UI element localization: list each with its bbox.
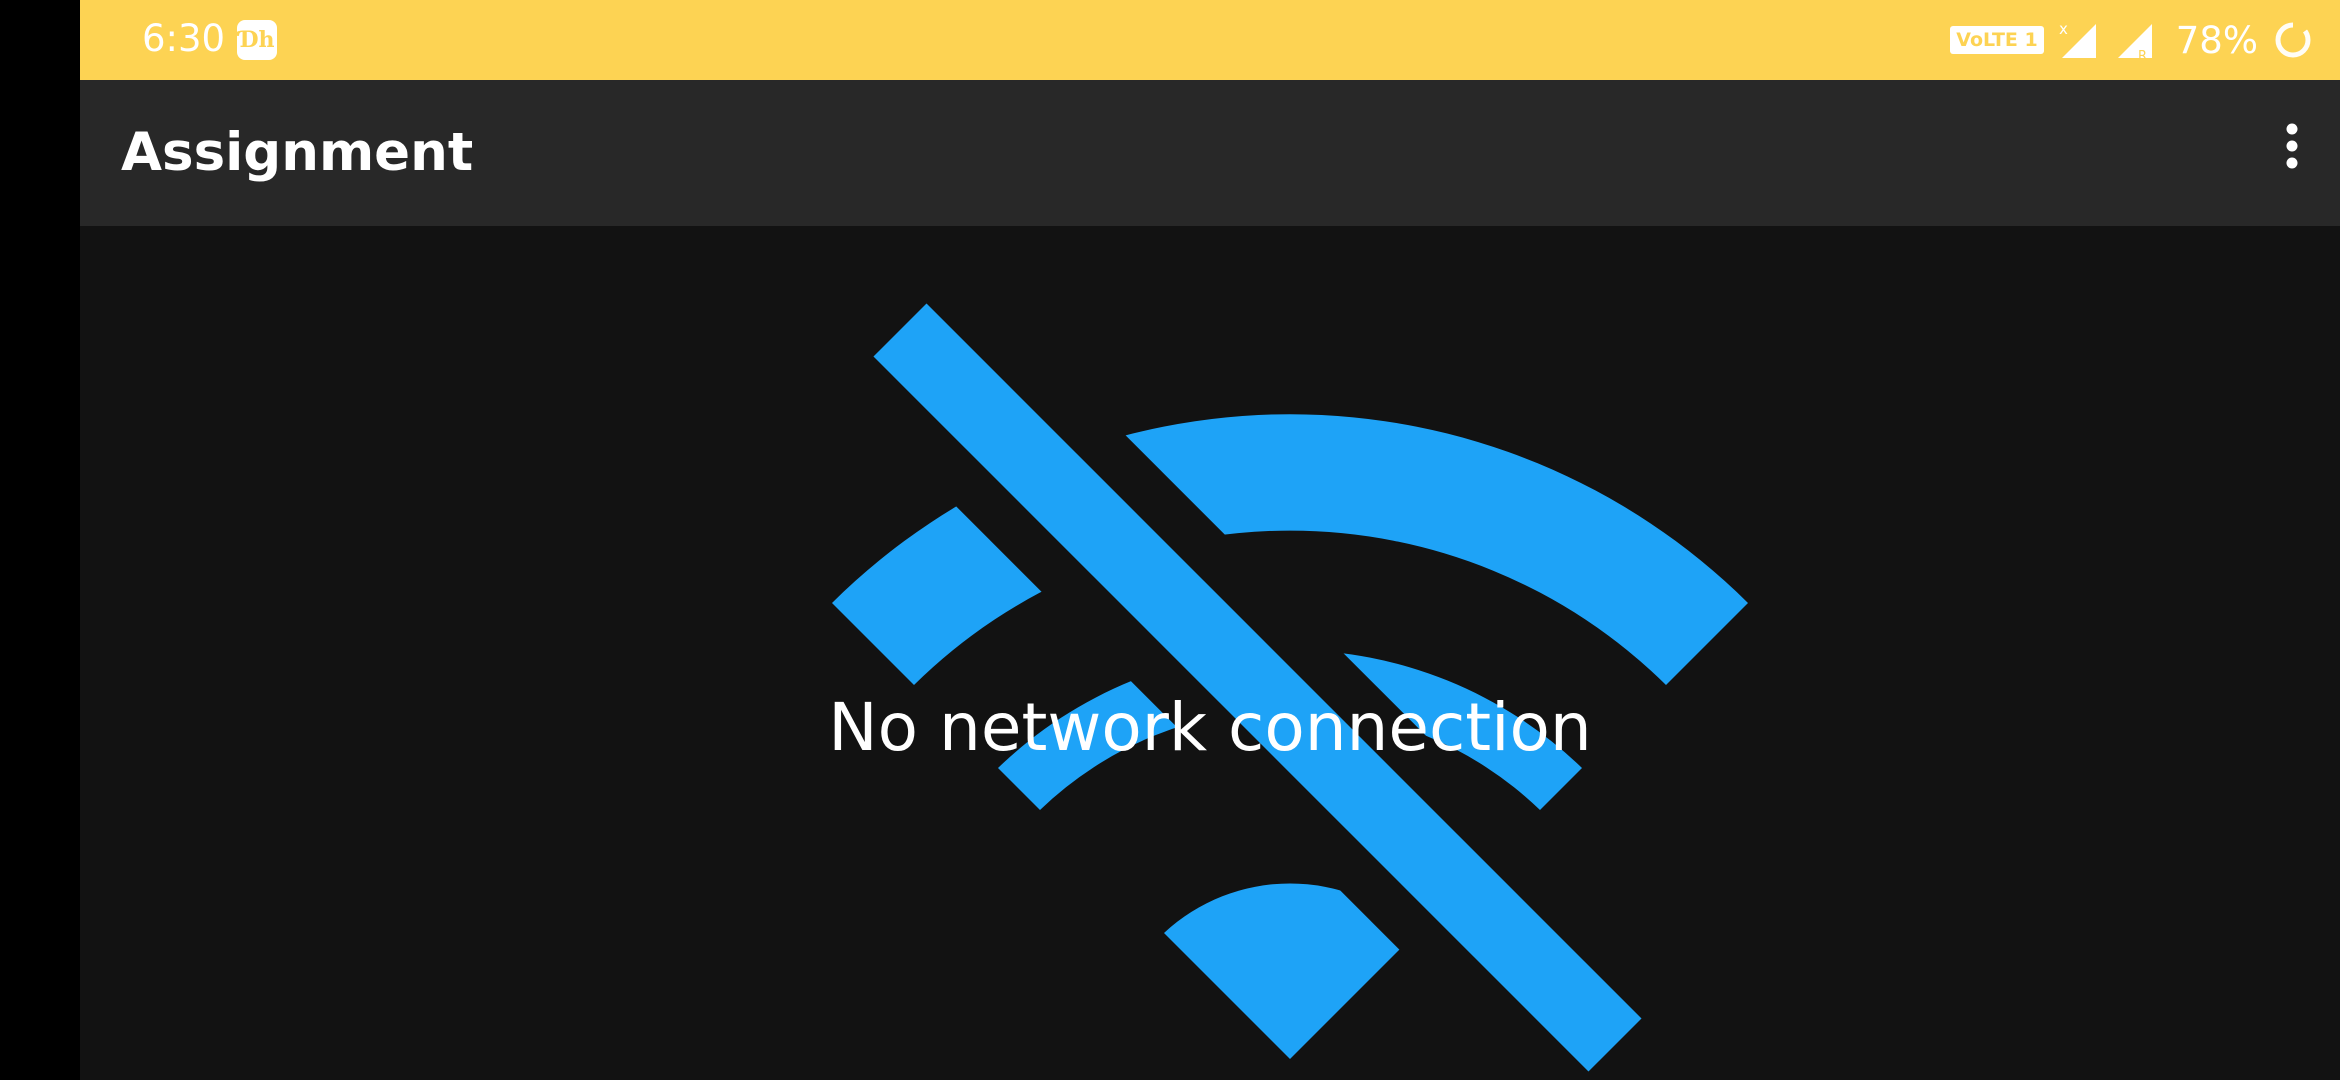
- volte-badge: VoLTE 1: [1950, 26, 2044, 54]
- status-time: 6:30: [142, 17, 226, 60]
- screen: 6:30 Ɗh VoLTE 1 x R 78% Assignment No ne…: [0, 0, 2340, 1080]
- app-bar: Assignment: [80, 80, 2340, 226]
- svg-text:x: x: [2059, 20, 2068, 38]
- signal-roaming-icon: R: [2117, 24, 2152, 60]
- no-network-message: No network connection: [828, 689, 1592, 766]
- battery-percent: 78%: [2175, 18, 2258, 62]
- battery-ring-icon: [2275, 22, 2311, 58]
- left-edge-bar: [0, 0, 80, 1080]
- signal-no-data-icon: x: [2059, 20, 2096, 58]
- status-bar: 6:30 Ɗh VoLTE 1 x R 78%: [80, 0, 2340, 80]
- svg-text:R: R: [2138, 49, 2147, 60]
- overflow-menu-button[interactable]: [2244, 113, 2340, 193]
- more-vert-icon: [2286, 123, 2298, 169]
- status-indicators: VoLTE 1 x R 78%: [1950, 0, 2312, 80]
- app-title: Assignment: [121, 122, 474, 183]
- disney-hotstar-icon: Ɗh: [237, 20, 277, 60]
- main-content: No network connection: [80, 226, 2340, 1080]
